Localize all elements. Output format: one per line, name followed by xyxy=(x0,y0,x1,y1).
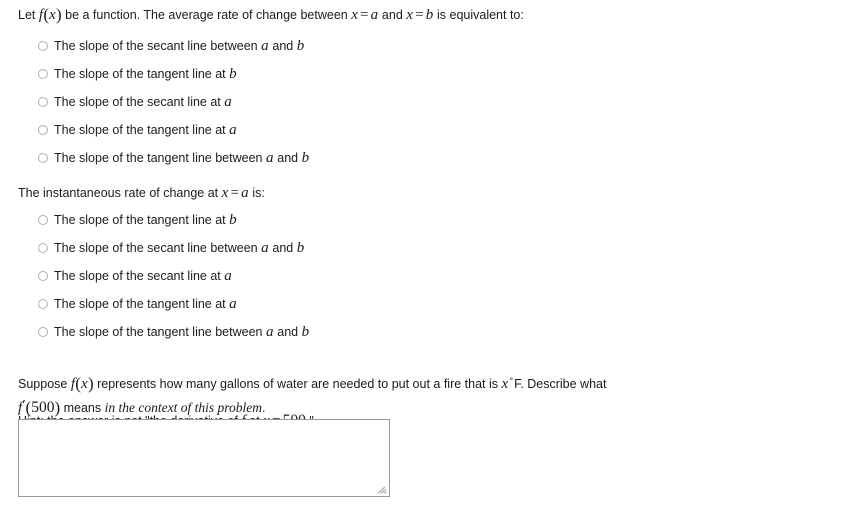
option-label: The slope of the tangent line at b xyxy=(54,212,237,229)
option-text-mid: and xyxy=(268,241,297,255)
option-text: The slope of the tangent line at xyxy=(54,67,230,81)
math-variable: a xyxy=(265,150,274,166)
math-variable: a xyxy=(229,122,237,138)
option-text: The slope of the tangent line at xyxy=(54,297,230,311)
option-label: The slope of the secant line at a xyxy=(54,94,232,111)
math-variable: b xyxy=(301,324,310,340)
question-3-prompt: Suppose f(x) represents how many gallons… xyxy=(0,371,730,419)
prompt-lead-text: The instantaneous rate of change at xyxy=(18,186,222,200)
option-text: The slope of the tangent line at xyxy=(54,213,230,227)
radio-button-icon[interactable] xyxy=(38,153,48,163)
option-label: The slope of the tangent line at a xyxy=(54,122,237,139)
option-row[interactable]: The slope of the tangent line at a xyxy=(0,296,309,324)
option-text: The slope of the secant line at xyxy=(54,95,225,109)
option-text: The slope of the tangent line between xyxy=(54,325,266,339)
prompt-conjunction: and xyxy=(378,8,407,22)
math-variable: b xyxy=(229,66,237,82)
math-variable: b xyxy=(296,240,305,256)
option-row[interactable]: The slope of the secant line between a a… xyxy=(0,38,309,66)
option-row[interactable]: The slope of the tangent line between a … xyxy=(0,150,309,178)
option-row[interactable]: The slope of the secant line at a xyxy=(0,94,309,122)
option-label: The slope of the tangent line at b xyxy=(54,66,237,83)
option-text: The slope of the secant line between xyxy=(54,241,262,255)
radio-button-icon[interactable] xyxy=(38,299,48,309)
question-2-prompt: The instantaneous rate of change at x = a … xyxy=(0,185,265,201)
problem-body-text: represents how many gallons of water are… xyxy=(93,376,502,391)
math-variable: a xyxy=(224,268,233,284)
prompt-lead-text: Let xyxy=(18,8,39,22)
math-equals: = xyxy=(230,185,240,201)
problem-unit-text: F. Describe what xyxy=(514,376,607,391)
option-row[interactable]: The slope of the secant line at a xyxy=(0,268,309,296)
option-label: The slope of the secant line between a a… xyxy=(54,38,305,55)
math-variable: b xyxy=(229,212,237,228)
answer-textarea[interactable] xyxy=(18,419,390,497)
option-row[interactable]: The slope of the tangent line at b xyxy=(0,66,309,94)
math-variable-x: x xyxy=(49,7,56,23)
option-text-mid: and xyxy=(273,151,302,165)
math-variable-x: x xyxy=(80,375,88,392)
math-variable-b: b xyxy=(425,7,434,23)
math-variable: a xyxy=(261,38,269,54)
quiz-page: Let f(x) be a function. The average rate… xyxy=(0,0,846,509)
option-row[interactable]: The slope of the tangent line between a … xyxy=(0,324,309,352)
prompt-middle-text: be a function. The average rate of chang… xyxy=(61,8,352,22)
option-text-mid: and xyxy=(268,39,297,53)
radio-button-icon[interactable] xyxy=(38,97,48,107)
option-row[interactable]: The slope of the tangent line at a xyxy=(0,122,309,150)
radio-button-icon[interactable] xyxy=(38,41,48,51)
radio-button-icon[interactable] xyxy=(38,215,48,225)
option-label: The slope of the tangent line at a xyxy=(54,296,237,313)
math-variable-x: x xyxy=(221,185,229,201)
math-variable: a xyxy=(261,240,269,256)
math-equals-2: = xyxy=(415,7,424,23)
question-2-option-list: The slope of the tangent line at b The s… xyxy=(0,212,309,352)
option-text: The slope of the secant line between xyxy=(54,39,262,53)
radio-button-icon[interactable] xyxy=(38,243,48,253)
math-equals-1: = xyxy=(360,7,369,23)
math-variable: b xyxy=(296,38,305,54)
prompt-tail-text: is: xyxy=(248,186,265,200)
radio-button-icon[interactable] xyxy=(38,271,48,281)
question-1-option-list: The slope of the secant line between a a… xyxy=(0,38,309,178)
option-text-mid: and xyxy=(273,325,302,339)
option-text: The slope of the tangent line at xyxy=(54,123,230,137)
radio-button-icon[interactable] xyxy=(38,69,48,79)
option-label: The slope of the tangent line between a … xyxy=(54,150,309,167)
radio-button-icon[interactable] xyxy=(38,125,48,135)
option-label: The slope of the secant line at a xyxy=(54,268,232,285)
question-1-prompt: Let f(x) be a function. The average rate… xyxy=(0,6,524,23)
option-label: The slope of the tangent line between a … xyxy=(54,324,309,341)
math-variable: a xyxy=(229,296,237,312)
prompt-tail-text: is equivalent to: xyxy=(433,8,524,22)
problem-lead-text: Suppose xyxy=(18,376,71,391)
math-variable: b xyxy=(301,150,310,166)
option-row[interactable]: The slope of the secant line between a a… xyxy=(0,240,309,268)
option-row[interactable]: The slope of the tangent line at b xyxy=(0,212,309,240)
option-text: The slope of the tangent line between xyxy=(54,151,266,165)
math-variable: a xyxy=(265,324,274,340)
option-text: The slope of the secant line at xyxy=(54,269,225,283)
radio-button-icon[interactable] xyxy=(38,327,48,337)
math-variable: a xyxy=(224,94,233,110)
math-variable-a: a xyxy=(241,185,249,201)
option-label: The slope of the secant line between a a… xyxy=(54,240,305,257)
